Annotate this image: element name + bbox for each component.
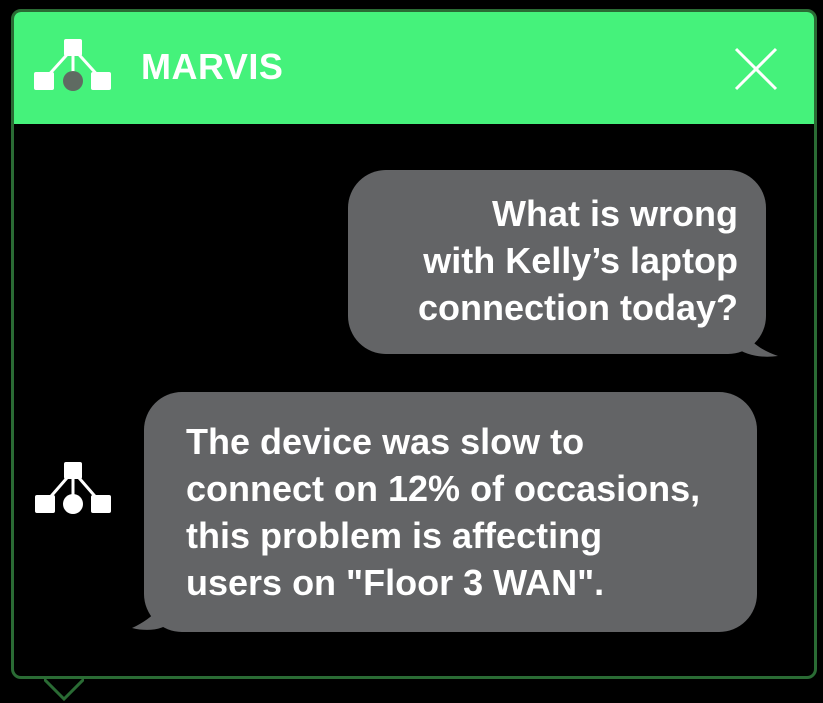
assistant-message-text: The device was slow to connect on 12% of… bbox=[186, 421, 701, 603]
window-pointer bbox=[44, 679, 84, 702]
chat-header: MARVIS bbox=[14, 12, 814, 124]
user-message-text: What is wrong with Kelly’s laptop connec… bbox=[417, 193, 738, 328]
assistant-message-bubble: The device was slow to connect on 12% of… bbox=[144, 392, 757, 632]
app-title: MARVIS bbox=[141, 46, 284, 87]
close-icon[interactable] bbox=[732, 45, 780, 93]
network-topology-icon bbox=[35, 462, 111, 514]
user-message-bubble: What is wrong with Kelly’s laptop connec… bbox=[348, 170, 766, 354]
chat-window: MARVIS What is wrong with Kelly’s laptop… bbox=[11, 9, 817, 702]
network-topology-icon bbox=[34, 39, 111, 91]
